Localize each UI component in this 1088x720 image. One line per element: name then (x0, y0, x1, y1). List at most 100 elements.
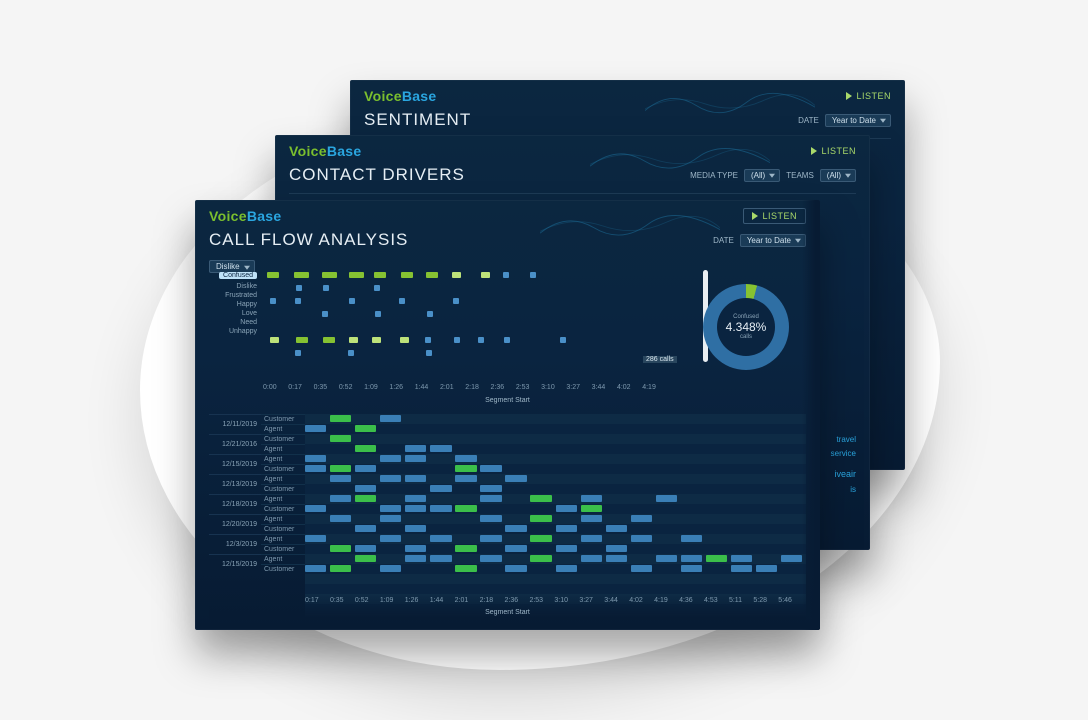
axis-tick: 5:11 (729, 597, 742, 604)
timeline-row (305, 504, 806, 514)
timeline-role: Agent (261, 474, 305, 484)
brand-logo: VoiceBase (364, 88, 436, 104)
tag-link[interactable]: is (850, 485, 856, 494)
timeline-role: Agent (261, 534, 305, 544)
divider (289, 193, 856, 194)
axis-tick: 2:01 (455, 597, 469, 604)
calls-count-pill: 286 calls (643, 356, 677, 363)
timeline-role: Customer (261, 484, 305, 494)
timeline-role: Agent (261, 454, 305, 464)
emotion-track (267, 335, 656, 345)
date-filter-select[interactable]: Year to Date (825, 114, 891, 127)
timeline-row (305, 564, 806, 574)
brand-logo: VoiceBase (209, 208, 281, 224)
timeline-role: Customer (261, 434, 305, 444)
axis-tick: 0:17 (288, 384, 302, 391)
brand-logo: VoiceBase (289, 143, 361, 159)
axis-tick: 4:19 (654, 597, 668, 604)
emotion-track (267, 296, 656, 306)
timeline-date: 12/21/2016 (209, 434, 261, 454)
timeline-row (305, 544, 806, 554)
timeline-date: 12/20/2019 (209, 514, 261, 534)
axis-tick: 0:35 (314, 384, 328, 391)
emotion-label: Dislike (209, 283, 257, 290)
timeline-role: Customer (261, 464, 305, 474)
axis-tick: 2:18 (465, 384, 479, 391)
timeline-date: 12/3/2019 (209, 534, 261, 554)
axis-tick: 2:53 (529, 597, 543, 604)
emotion-track (267, 309, 656, 319)
timeline-date: 12/15/2019 (209, 454, 261, 474)
axis-tick: 3:27 (579, 597, 593, 604)
axis-tick: 1:09 (380, 597, 394, 604)
timeline-role: Agent (261, 554, 305, 564)
emotion-label: Unhappy (209, 328, 257, 335)
tag-link[interactable]: travel (836, 435, 856, 444)
listen-button[interactable]: LISTEN (743, 208, 806, 224)
timeline-role: Agent (261, 444, 305, 454)
axis-tick: 2:18 (480, 597, 494, 604)
timeline-role: Agent (261, 514, 305, 524)
timeline-row (305, 514, 806, 524)
emotion-track (267, 322, 656, 332)
axis-tick: 3:10 (554, 597, 568, 604)
axis-tick: 4:02 (617, 384, 631, 391)
timeline-date: 12/15/2019 (209, 554, 261, 574)
play-icon (811, 147, 817, 155)
timeline-date: 12/11/2019 (209, 414, 261, 434)
axis-tick: 4:36 (679, 597, 693, 604)
timeline-row (305, 554, 806, 564)
axis-tick: 4:02 (629, 597, 643, 604)
axis-tick: 0:35 (330, 597, 344, 604)
listen-button[interactable]: LISTEN (811, 146, 856, 156)
play-icon (846, 92, 852, 100)
timeline-role: Customer (261, 414, 305, 424)
timeline-date: 12/13/2019 (209, 474, 261, 494)
axis-tick: 1:26 (405, 597, 419, 604)
emotion-label[interactable]: Confused (209, 272, 257, 279)
timeline-row (305, 444, 806, 454)
axis-tick: 4:53 (704, 597, 718, 604)
listen-button[interactable]: LISTEN (846, 91, 891, 101)
date-filter-label: DATE (798, 116, 819, 125)
media-type-label: MEDIA TYPE (690, 171, 738, 180)
donut-value: 4.348% (726, 320, 767, 334)
timeline-row (305, 534, 806, 544)
dashboard-panel-call-flow: VoiceBase LISTEN CALL FLOW ANALYSIS DATE… (195, 200, 820, 630)
timeline-row (305, 474, 806, 484)
page-title: CONTACT DRIVERS (289, 165, 465, 185)
media-type-select[interactable]: (All) (744, 169, 780, 182)
emotion-track (267, 270, 656, 280)
timeline-role: Customer (261, 504, 305, 514)
axis-tick: 3:44 (604, 597, 618, 604)
donut-sub: calls (740, 334, 752, 340)
timeline-role: Customer (261, 524, 305, 534)
tag-link[interactable]: iveair (834, 469, 856, 479)
emotion-label: Love (209, 310, 257, 317)
date-filter-select[interactable]: Year to Date (740, 234, 806, 247)
axis-tick: 2:53 (516, 384, 530, 391)
teams-select[interactable]: (All) (820, 169, 856, 182)
axis-tick: 1:44 (430, 597, 444, 604)
timeline-row (305, 464, 806, 474)
axis-tick: 3:44 (592, 384, 606, 391)
axis-tick: 2:36 (505, 597, 519, 604)
emotion-label: Happy (209, 301, 257, 308)
axis-tick: 2:01 (440, 384, 454, 391)
axis-tick: 4:19 (642, 384, 656, 391)
axis-tick: 0:00 (263, 384, 277, 391)
emotion-track (267, 348, 656, 358)
segment-start-label: Segment Start (485, 609, 530, 616)
timeline-row (305, 414, 806, 424)
emotion-track (267, 283, 656, 293)
date-filter-label: DATE (713, 236, 734, 245)
timeline-row (305, 524, 806, 534)
timeline-row (305, 454, 806, 464)
tag-link[interactable]: service (831, 449, 856, 458)
timeline-row (305, 494, 806, 504)
axis-tick: 0:52 (355, 597, 369, 604)
teams-label: TEAMS (786, 171, 814, 180)
timeline-role: Agent (261, 494, 305, 504)
timeline-row (305, 434, 806, 444)
timeline-row (305, 424, 806, 434)
